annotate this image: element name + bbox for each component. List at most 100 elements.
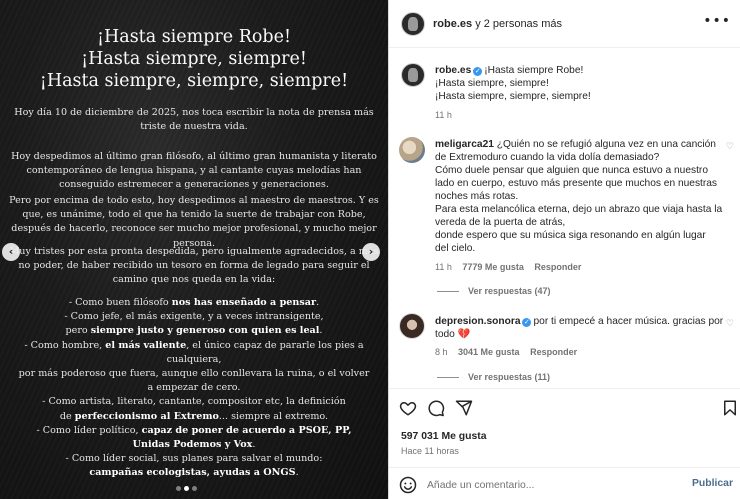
view-replies-button[interactable]: Ver respuestas (11) [468,372,550,382]
image-list-bold: campañas ecologistas, ayudas a ONGS [89,467,296,479]
header-collaborators[interactable]: y 2 personas más [472,18,562,30]
image-list-line: Unidas Podemos y Vox. [8,438,380,452]
comment-icon[interactable] [427,399,445,417]
image-list-bold: siempre justo y generoso con quien es le… [90,325,320,337]
image-paragraph: Pero por encima de todo esto, hoy desped… [9,195,379,249]
comment-reply-button[interactable]: Responder [530,347,577,357]
image-list-bold: capaz de poner de acuerdo a PSOE, PP, [141,424,352,436]
verified-badge-icon: ✓ [522,318,532,327]
image-list-text: de [59,410,75,422]
comment-text: ¿Quién no se refugió alguna vez en una c… [496,139,716,150]
caption-line-1: robe.es ✓ ¡Hasta siempre Robe! [435,64,583,77]
image-list-text: - Como líder político, [36,424,142,436]
image-list-line: - Como líder político, capaz de poner de… [8,424,380,438]
bookmark-icon[interactable] [721,399,739,417]
image-paragraph: Muy tristes por esta pronta despedida, p… [9,246,379,286]
image-list-text: . [295,467,299,479]
carousel-next-button[interactable]: › [362,243,380,261]
comment-line: meligarca21 ¿Quién no se refugió alguna … [435,138,716,151]
image-list-text: ... siempre al extremo. [218,410,329,422]
emoji-icon[interactable] [399,476,417,494]
caption-line-3: ¡Hasta siempre, siempre, siempre! [435,91,591,102]
comment-reply-button[interactable]: Responder [534,262,581,272]
image-paragraph: Hoy despedimos al último gran filósofo, … [11,151,377,191]
comment-line: del cielo. [435,243,476,254]
comment-like-heart-icon[interactable]: ♡ [726,142,734,152]
caption-line-2: ¡Hasta siempre, siempre! [435,78,549,89]
image-list-text: por más poderoso que fuera, aunque ello … [18,368,370,380]
comment-likes[interactable]: 7779 Me gusta [462,262,524,272]
image-paragraph: Hoy día 10 de diciembre de 2025, nos toc… [14,107,374,133]
commenter-avatar[interactable] [399,313,425,339]
carousel-dot[interactable] [176,486,181,491]
author-avatar[interactable] [401,12,425,36]
comment-like-heart-icon[interactable]: ♡ [726,319,734,329]
verified-badge-icon: ✓ [473,67,483,76]
carousel-dot[interactable] [192,486,197,491]
carousel-dots [176,486,197,491]
image-list-line: - Como hombre, el más valiente, el único… [8,339,380,367]
image-title-line: ¡Hasta siempre, siempre! [81,49,307,69]
image-title: ¡Hasta siempre Robe! ¡Hasta siempre, sie… [0,26,388,92]
image-list-line: de perfeccionismo al Extremo... siempre … [8,410,380,424]
image-list-text: , el único capaz de pararle los pies a c… [166,339,364,365]
comment-text: por ti empecé a hacer música. gracias po… [533,316,724,327]
image-list-bold: Unidas Podemos y Vox [132,439,253,451]
comment-meta: 8 h 3041 Me gusta Responder [435,347,577,357]
comment-time: 8 h [435,347,448,357]
comment-line: donde espero que su música siga resonand… [435,230,706,241]
post-image: ¡Hasta siempre Robe! ¡Hasta siempre, sie… [0,0,388,499]
image-list-text: - Como hombre, [24,339,106,351]
publish-comment-button[interactable]: Publicar [692,478,733,489]
image-list-line: campañas ecologistas, ayudas a ONGS. [8,466,380,480]
header-author[interactable]: robe.es y 2 personas más [433,18,562,30]
header-username[interactable]: robe.es [433,18,472,30]
image-list-text: . [319,325,323,337]
image-list-text: . [252,439,256,451]
comment-input[interactable] [427,476,677,494]
image-list-bold: nos has enseñado a pensar [171,297,317,308]
image-list-bold: perfeccionismo al Extremo [74,410,219,422]
image-list-line: - Como jefe, el más exigente, y a veces … [8,310,380,324]
image-list-line: por más poderoso que fuera, aunque ello … [8,367,380,381]
carousel-prev-button[interactable]: ‹ [2,243,20,261]
image-list-line: - Como líder social, sus planes para sal… [8,452,380,466]
more-options-icon[interactable]: ••• [703,13,731,29]
comment-username[interactable]: depresion.sonora [435,316,520,327]
post-header: robe.es y 2 personas más ••• [389,0,740,48]
image-list-text: - Como buen filósofo [68,297,172,308]
image-list-line: - Como buen filósofo nos has enseñado a … [8,296,380,310]
image-list-line: a empezar de cero. [8,381,380,395]
image-list-bold: el más valiente [105,339,187,351]
comment-likes[interactable]: 3041 Me gusta [458,347,520,357]
comment-time: 11 h [435,262,452,272]
view-replies-button[interactable]: Ver respuestas (47) [468,286,551,296]
image-list-text: - Como jefe, el más exigente, y a veces … [64,311,324,323]
image-title-line: ¡Hasta siempre Robe! [96,27,292,47]
post-time-ago: Hace 11 horas [401,446,459,456]
comment-line: Para esta melancólica eterna, dejo un ab… [435,204,723,215]
carousel-dot-active[interactable] [184,486,189,491]
comment-line: todo 💔 [435,329,471,340]
heart-icon[interactable] [399,399,417,417]
post-side-panel: robe.es y 2 personas más ••• robe.es ✓ ¡Ha… [388,0,740,499]
comment-line: Cómo duele pensar que alguien que nunca … [435,165,708,176]
post-actions: 597 031 Me gusta Hace 11 horas Publicar [389,388,740,499]
reply-divider [437,291,459,292]
caption-username[interactable]: robe.es [435,65,471,76]
share-icon[interactable] [455,399,473,417]
add-comment-bar: Publicar [389,467,740,499]
post-like-count[interactable]: 597 031 Me gusta [401,431,486,442]
comment-line: vereda de la puerta de atrás, [435,217,566,228]
commenter-avatar[interactable] [399,137,425,163]
image-list-text: - Como artista, literato, cantante, comp… [42,396,346,408]
image-list-text: - Como líder social, sus planes para sal… [65,453,323,465]
caption-avatar[interactable] [401,63,425,87]
caption-text: ¡Hasta siempre Robe! [484,65,584,76]
image-list: - Como buen filósofo nos has enseñado a … [8,296,380,481]
image-list-text: pero [65,325,91,337]
comment-username[interactable]: meligarca21 [435,139,494,150]
image-title-line: ¡Hasta siempre, siempre, siempre! [39,71,349,91]
comment-line: depresion.sonora ✓ por ti empecé a hacer m… [435,315,723,328]
image-list-line: pero siempre justo y generoso con quien … [8,324,380,338]
